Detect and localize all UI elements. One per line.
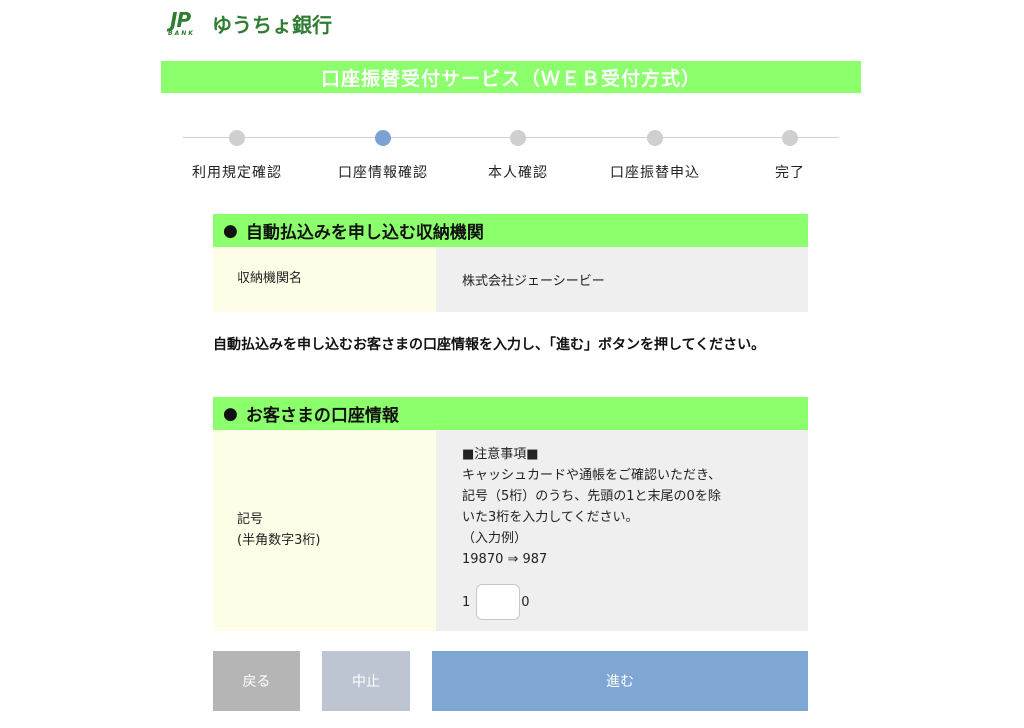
page-title: 口座振替受付サービス（ＷＥＢ受付方式） <box>320 67 701 90</box>
section-header-biller: ● 自動払込みを申し込む収納機関 <box>213 214 808 247</box>
symbol-prefix: 1 <box>462 594 471 610</box>
step-label: 利用規定確認 <box>192 165 282 181</box>
next-button[interactable]: 進む <box>432 651 808 711</box>
step-label: 口座振替申込 <box>610 165 700 181</box>
notes-example: 19870 ⇒ 987 <box>462 552 548 568</box>
notes-line: いた3桁を入力してください。 <box>462 510 639 526</box>
step-dot-icon <box>229 130 245 146</box>
biller-name-value: 株式会社ジェーシービー <box>436 247 808 312</box>
section-header-account: ● お客さまの口座情報 <box>213 397 808 430</box>
step-application: 口座振替申込 <box>595 128 715 182</box>
symbol-label: 記号 (半角数字3桁) <box>213 430 436 631</box>
notes-heading: ■注意事項■ <box>462 447 539 462</box>
symbol-input[interactable] <box>476 584 521 621</box>
symbol-suffix: 0 <box>521 594 530 610</box>
step-dot-icon <box>782 130 798 146</box>
section-title: 自動払込みを申し込む収納機関 <box>245 223 484 243</box>
symbol-input-row: 1 0 <box>462 584 808 621</box>
logo-mark-text: JP <box>170 8 191 32</box>
step-account-info: 口座情報確認 <box>323 128 443 182</box>
step-complete: 完了 <box>730 128 850 182</box>
step-label: 完了 <box>775 165 805 181</box>
notes-line: 記号（5桁）のうち、先頭の1と末尾の0を除 <box>462 489 721 505</box>
progress-steps: 利用規定確認 口座情報確認 本人確認 口座振替申込 完了 <box>183 128 839 188</box>
step-label: 本人確認 <box>488 165 548 181</box>
step-dot-icon <box>647 130 663 146</box>
biller-name-text: 株式会社ジェーシービー <box>462 274 605 289</box>
step-identity: 本人確認 <box>458 128 578 182</box>
bank-name: ゆうちょ銀行 <box>212 12 332 37</box>
biller-name-label: 収納機関名 <box>213 247 436 312</box>
service-banner: 口座振替受付サービス（ＷＥＢ受付方式） <box>161 61 861 93</box>
back-button[interactable]: 戻る <box>213 651 300 711</box>
notes-block: ■注意事項■ キャッシュカードや通帳をご確認いただき、 記号（5桁）のうち、先頭… <box>462 430 808 570</box>
logo-sub-text: BANK <box>168 30 195 37</box>
step-terms: 利用規定確認 <box>177 128 297 182</box>
symbol-value-cell: ■注意事項■ キャッシュカードや通帳をご確認いただき、 記号（5桁）のうち、先頭… <box>436 430 808 631</box>
jp-bank-logo-icon: JP BANK <box>168 8 208 38</box>
biller-row: 収納機関名 株式会社ジェーシービー <box>213 247 808 312</box>
cancel-button[interactable]: 中止 <box>322 651 410 711</box>
step-dot-icon <box>510 130 526 146</box>
instruction-text: 自動払込みを申し込むお客さまの口座情報を入力し、「進む」ボタンを押してください。 <box>213 337 766 353</box>
section-title: お客さまの口座情報 <box>245 406 399 426</box>
step-label: 口座情報確認 <box>338 165 428 181</box>
bullet-icon: ● <box>223 403 238 424</box>
symbol-label-main: 記号 <box>237 511 264 527</box>
symbol-label-sub: (半角数字3桁) <box>237 532 321 548</box>
step-dot-active-icon <box>375 130 391 146</box>
account-symbol-row: 記号 (半角数字3桁) ■注意事項■ キャッシュカードや通帳をご確認いただき、 … <box>213 430 808 631</box>
notes-line: （入力例） <box>462 531 528 547</box>
bullet-icon: ● <box>223 220 238 241</box>
bank-logo[interactable]: JP BANK ゆうちょ銀行 <box>168 8 332 38</box>
notes-line: キャッシュカードや通帳をご確認いただき、 <box>462 468 722 484</box>
